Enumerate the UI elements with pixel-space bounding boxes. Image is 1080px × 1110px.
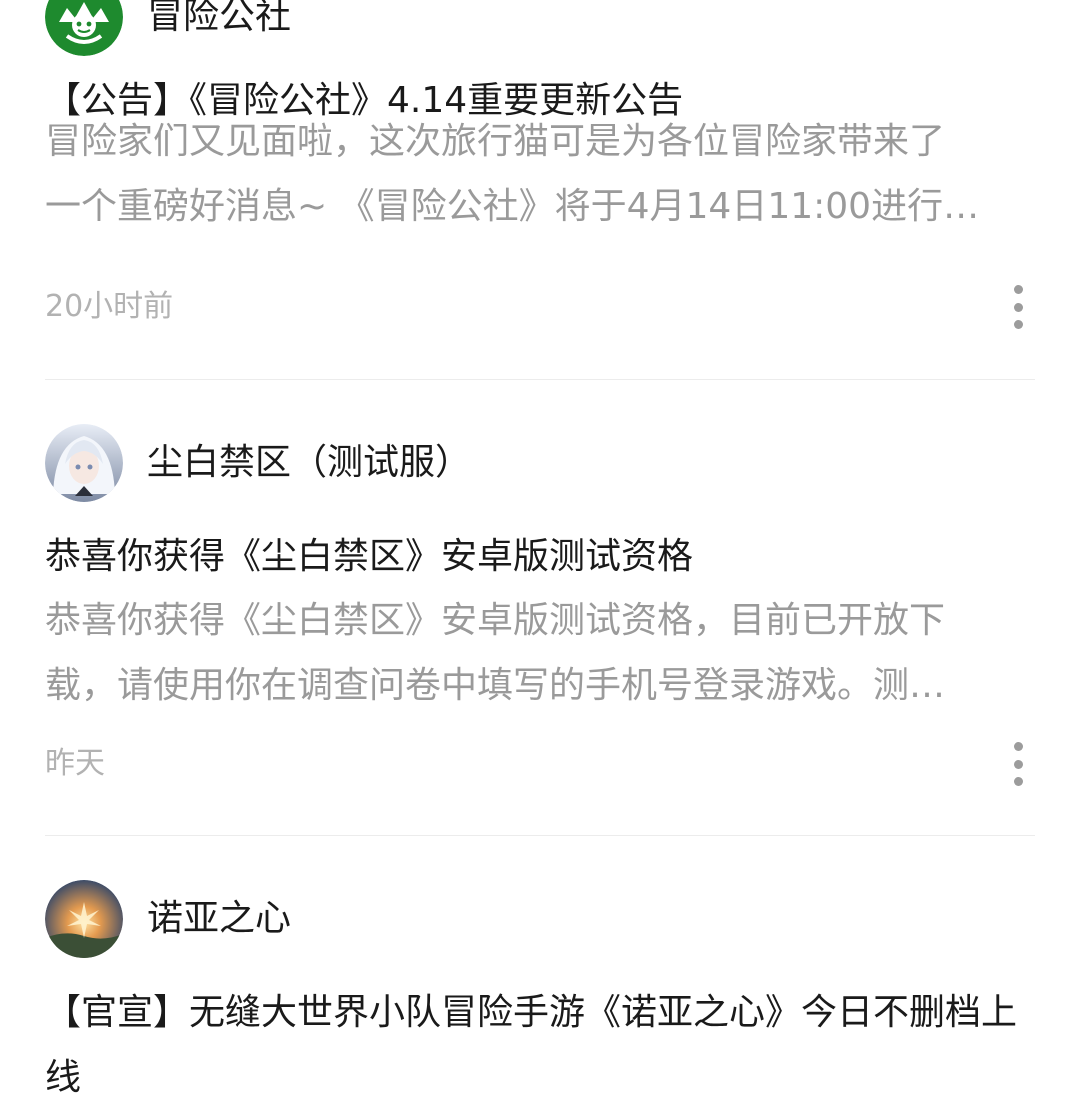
post-excerpt[interactable]: 恭喜你获得《尘白禁区》安卓版测试资格，目前已开放下 载，请使用你在调查问卷中填写… — [45, 588, 1020, 718]
feed-card[interactable]: 冒险公社 【公告】《冒险公社》4.14重要更新公告 冒险家们又见面啦，这次旅行猫… — [45, 0, 1035, 358]
adventure-guild-logo-icon — [45, 0, 123, 56]
white-haired-character-avatar-icon — [45, 424, 123, 502]
more-dot-icon — [1013, 302, 1023, 312]
more-dot-icon — [1013, 285, 1023, 294]
more-options-button[interactable] — [1003, 285, 1033, 329]
noah-heart-art-avatar-icon — [45, 880, 123, 958]
account-name[interactable]: 冒险公社 — [147, 0, 291, 39]
excerpt-line: 一个重磅好消息~ 《冒险公社》将于4月14日11:00进行… — [45, 186, 980, 227]
more-dot-icon — [1013, 742, 1023, 751]
card-header: 尘白禁区（测试服） — [45, 424, 471, 502]
account-avatar[interactable] — [45, 880, 123, 958]
card-divider — [45, 835, 1035, 836]
account-name[interactable]: 尘白禁区（测试服） — [147, 441, 471, 485]
account-avatar[interactable] — [45, 0, 123, 56]
card-divider — [45, 379, 1035, 380]
post-title[interactable]: 恭喜你获得《尘白禁区》安卓版测试资格 — [45, 524, 1035, 589]
more-dot-icon — [1013, 320, 1023, 329]
excerpt-line: 冒险家们又见面啦，这次旅行猫可是为各位冒险家带来了 — [45, 121, 946, 162]
post-timestamp: 昨天 — [45, 746, 105, 781]
more-options-button[interactable] — [1003, 742, 1033, 786]
feed-card[interactable]: 诺亚之心 【官宣】无缝大世界小队冒险手游《诺亚之心》今日不删档上线 — [45, 880, 1035, 1098]
post-title[interactable]: 【官宣】无缝大世界小队冒险手游《诺亚之心》今日不删档上线 — [45, 980, 1035, 1110]
post-timestamp: 20小时前 — [45, 289, 174, 324]
card-header: 诺亚之心 — [45, 880, 291, 958]
excerpt-line: 恭喜你获得《尘白禁区》安卓版测试资格，目前已开放下 — [45, 600, 946, 641]
more-dot-icon — [1013, 777, 1023, 786]
card-header: 冒险公社 — [45, 0, 291, 56]
post-excerpt[interactable]: 冒险家们又见面啦，这次旅行猫可是为各位冒险家带来了 一个重磅好消息~ 《冒险公社… — [45, 109, 1020, 239]
feed-card[interactable]: 尘白禁区（测试服） 恭喜你获得《尘白禁区》安卓版测试资格 恭喜你获得《尘白禁区》… — [45, 424, 1035, 834]
more-dot-icon — [1013, 759, 1023, 769]
account-avatar[interactable] — [45, 424, 123, 502]
account-name[interactable]: 诺亚之心 — [147, 897, 291, 941]
excerpt-line: 载，请使用你在调查问卷中填写的手机号登录游戏。测… — [45, 665, 946, 706]
